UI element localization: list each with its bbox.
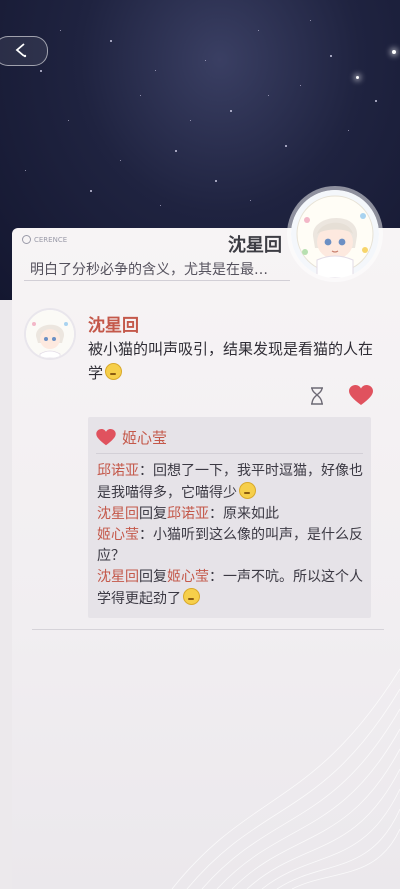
comments-panel: 姬心莹 邱诺亚：回想了一下，我平时逗猫，好像也是我喵得多，它喵得少 沈星回回复邱… bbox=[88, 417, 371, 618]
comments-divider bbox=[96, 453, 363, 454]
post-content: 被小猫的叫声吸引，结果发现是看猫的人在学 bbox=[88, 337, 378, 385]
heart-icon[interactable] bbox=[349, 385, 373, 406]
comment-item[interactable]: 沈星回回复邱诺亚：原来如此 bbox=[97, 504, 365, 525]
reply-word: 回复 bbox=[139, 506, 167, 522]
comment-author[interactable]: 姬心莹 bbox=[97, 527, 139, 543]
logo-mark-icon bbox=[22, 235, 31, 244]
profile-name: 沈星回 bbox=[228, 235, 282, 256]
liker-name[interactable]: 姬心莹 bbox=[122, 427, 167, 448]
reply-word: 回复 bbox=[139, 569, 167, 585]
logo-text: CERENCE bbox=[34, 235, 68, 244]
emoji-icon bbox=[183, 588, 200, 605]
likes-row: 姬心莹 bbox=[96, 427, 167, 448]
post-author-avatar[interactable] bbox=[26, 310, 74, 358]
comment-item[interactable]: 沈星回回复姬心莹：一声不吭。所以这个人学得更起劲了 bbox=[97, 567, 365, 610]
hourglass-icon[interactable] bbox=[309, 387, 325, 405]
post-text: 被小猫的叫声吸引，结果发现是看猫的人在学 bbox=[88, 340, 374, 382]
comment-item[interactable]: 邱诺亚：回想了一下，我平时逗猫，好像也是我喵得多，它喵得少 bbox=[97, 461, 365, 504]
signature-line: 明白了分秒必争的含义，尤其是在最… bbox=[24, 256, 290, 281]
brand-logo: CERENCE bbox=[22, 235, 67, 244]
back-button[interactable] bbox=[0, 36, 48, 66]
emoji-icon bbox=[105, 363, 123, 380]
heart-icon bbox=[96, 429, 116, 446]
comment-author[interactable]: 沈星回 bbox=[97, 569, 139, 585]
comment-item[interactable]: 姬心莹：小猫听到这么像的叫声，是什么反应？ bbox=[97, 525, 365, 567]
comment-author[interactable]: 邱诺亚 bbox=[97, 463, 139, 479]
avatar-illustration-small bbox=[26, 310, 74, 358]
comment-list: 邱诺亚：回想了一下，我平时逗猫，好像也是我喵得多，它喵得少 沈星回回复邱诺亚：原… bbox=[97, 461, 365, 610]
reply-target[interactable]: 姬心莹 bbox=[167, 569, 209, 585]
profile-avatar[interactable] bbox=[291, 190, 379, 278]
signature-text: 明白了分秒必争的含义，尤其是在最… bbox=[30, 262, 268, 278]
section-divider bbox=[32, 629, 384, 630]
back-arrow-icon bbox=[15, 43, 27, 58]
emoji-icon bbox=[239, 482, 256, 499]
avatar-illustration bbox=[291, 190, 379, 278]
decorative-wave-lines bbox=[12, 609, 400, 889]
post-author-name[interactable]: 沈星回 bbox=[88, 311, 139, 336]
reply-target[interactable]: 邱诺亚 bbox=[167, 506, 209, 522]
comment-author[interactable]: 沈星回 bbox=[97, 506, 139, 522]
comment-text: 原来如此 bbox=[223, 506, 279, 522]
